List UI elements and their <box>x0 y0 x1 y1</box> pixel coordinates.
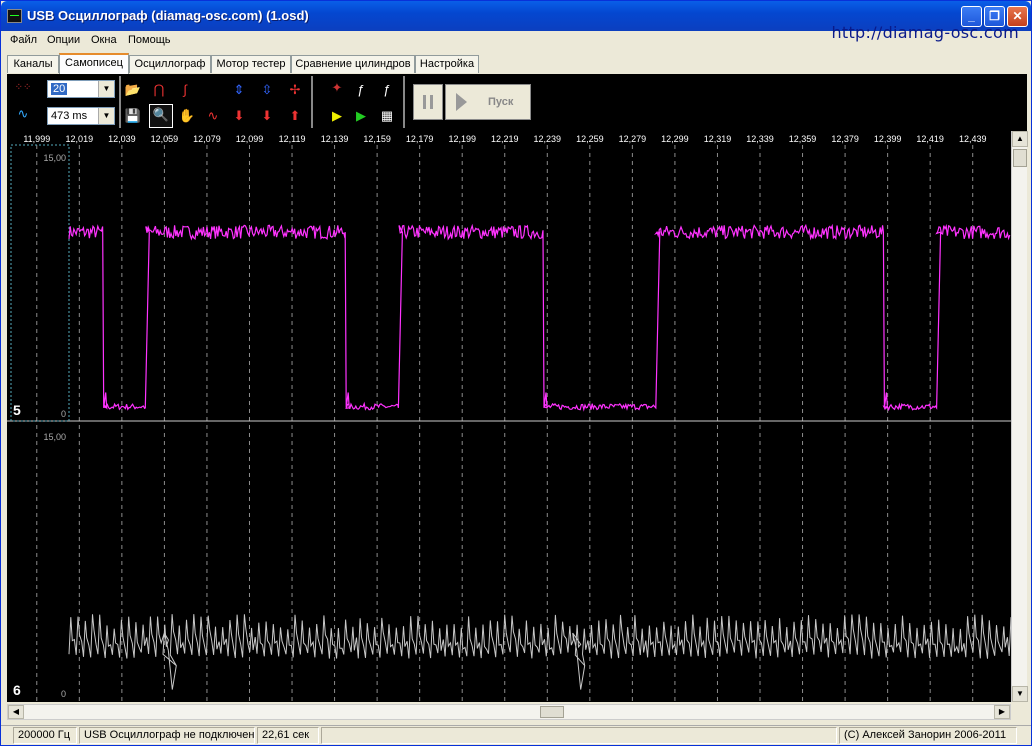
time-tick-label: 12,379 <box>831 134 859 144</box>
vertical-scroll-thumb[interactable] <box>1013 149 1027 167</box>
scroll-right-arrow-icon[interactable]: ▶ <box>994 705 1010 719</box>
function-list-icon[interactable]: ƒ <box>377 80 397 100</box>
tab-motor-tester[interactable]: Мотор тестер <box>211 55 291 73</box>
save-icon[interactable]: 💾 <box>123 106 143 126</box>
play-icon <box>456 93 467 111</box>
peak-up-icon[interactable]: ⋂ <box>149 80 169 100</box>
scroll-up-arrow-icon[interactable]: ▲ <box>1012 131 1028 147</box>
run-button-label: Пуск <box>488 96 514 108</box>
status-empty <box>321 727 837 744</box>
open-folder-icon[interactable]: 📂 <box>123 80 143 100</box>
time-tick-label: 12,079 <box>193 134 221 144</box>
function-edit-icon[interactable]: ƒ <box>351 80 371 100</box>
time-tick-label: 12,439 <box>959 134 987 144</box>
channel-number-label: 6 <box>13 682 21 698</box>
channel-max-label: 15,00 <box>43 153 66 163</box>
status-bar: 200000 Гц USB Осциллограф не подключен 2… <box>1 725 1031 745</box>
time-tick-label: 12,399 <box>874 134 902 144</box>
status-connection: USB Осциллограф не подключен <box>79 727 255 744</box>
vertical-scrollbar[interactable]: ▲ ▼ <box>1011 131 1028 702</box>
zoom-vertical-out-icon[interactable]: ⇳ <box>257 80 277 100</box>
main-window: USB Осциллограф (diamag-osc.com) (1.osd)… <box>0 0 1032 746</box>
marker-red-icon[interactable]: ⬇ <box>229 106 249 126</box>
status-frequency: 200000 Гц <box>13 727 77 744</box>
zoom-magnifier-icon[interactable]: 🔍 <box>149 104 173 128</box>
hand-pan-icon[interactable]: ✋ <box>177 106 197 126</box>
time-tick-label: 12,279 <box>619 134 647 144</box>
channel-up-icon[interactable]: ⬆ <box>285 106 305 126</box>
cursor-cross-icon[interactable]: ✢ <box>285 80 305 100</box>
time-tick-label: 12,339 <box>746 134 774 144</box>
toolbar-separator <box>403 76 405 128</box>
rising-edge-icon[interactable]: ∫ <box>175 80 195 100</box>
pause-button[interactable] <box>413 84 443 120</box>
plot-area[interactable]: 11,999 12,019 12,039 12,059 12,079 12,099 12,1… <box>7 131 1011 702</box>
time-tick-label: 11,999 <box>23 134 50 144</box>
chevron-down-icon[interactable]: ▼ <box>98 81 114 97</box>
time-select-value: 473 ms <box>51 110 88 122</box>
scale-select[interactable]: 20 ▼ <box>47 80 115 98</box>
time-tick-label: 12,419 <box>916 134 944 144</box>
run-button[interactable]: Пуск <box>445 84 531 120</box>
channel-5-trace <box>68 223 1011 412</box>
time-tick-label: 12,299 <box>661 134 689 144</box>
grid-dots-icon[interactable]: ⁘⁘ <box>13 78 33 98</box>
time-tick-label: 12,259 <box>576 134 604 144</box>
status-copyright: (C) Алексей Занорин 2006-2011 <box>839 727 1017 744</box>
scale-select-value: 20 <box>51 83 68 95</box>
time-tick-label: 12,099 <box>236 134 264 144</box>
channel-min-label: 0 <box>61 689 66 699</box>
scroll-left-arrow-icon[interactable]: ◀ <box>8 705 24 719</box>
scroll-down-arrow-icon[interactable]: ▼ <box>1012 686 1028 702</box>
play-green-icon[interactable]: ▶ <box>351 106 371 126</box>
horizontal-scrollbar[interactable]: ◀ ▶ <box>7 704 1011 720</box>
chevron-down-icon[interactable]: ▼ <box>98 108 114 124</box>
time-tick-label: 12,019 <box>66 134 94 144</box>
toolbar: ⁘⁘ ∿ 20 ▼ 473 ms ▼ 📂 ⋂ ∫ ⇕ ⇳ ✢ 💾 🔍 ✋ ∿ ⬇… <box>7 74 1027 131</box>
tab-oscilloscope[interactable]: Осциллограф <box>129 55 211 73</box>
channel-min-label: 0 <box>61 409 66 419</box>
table-icon[interactable]: ▦ <box>377 106 397 126</box>
waveform-icon[interactable]: ∿ <box>13 104 33 124</box>
channel-max-label: 15,00 <box>43 432 66 442</box>
site-url-label: http://diamag-osc.com <box>831 23 1019 42</box>
time-select[interactable]: 473 ms ▼ <box>47 107 115 125</box>
tab-channels[interactable]: Каналы <box>7 55 59 73</box>
tab-recorder[interactable]: Самописец <box>59 53 129 74</box>
time-tick-label: 12,239 <box>534 134 562 144</box>
oscillogram-chart[interactable]: 11,999 12,019 12,039 12,059 12,079 12,099 12,1… <box>7 131 1011 702</box>
time-tick-label: 12,199 <box>448 134 476 144</box>
tab-settings[interactable]: Настройка <box>415 55 479 73</box>
status-duration: 22,61 сек <box>257 727 319 744</box>
time-tick-label: 12,039 <box>108 134 136 144</box>
channel-6-trace <box>68 614 1011 690</box>
horizontal-scroll-thumb[interactable] <box>540 706 564 718</box>
time-tick-label: 12,219 <box>491 134 519 144</box>
play-yellow-icon[interactable]: ▶ <box>327 106 347 126</box>
sine-wave-icon[interactable]: ∿ <box>203 106 223 126</box>
zoom-vertical-in-icon[interactable]: ⇕ <box>229 80 249 100</box>
time-tick-label: 12,159 <box>363 134 391 144</box>
add-cursor-icon[interactable]: ✦ <box>327 78 347 98</box>
menu-options[interactable]: Опции <box>47 34 80 46</box>
time-tick-label: 12,059 <box>151 134 179 144</box>
pause-icon <box>423 95 433 109</box>
channel-selection-box <box>10 144 70 422</box>
time-tick-label: 12,179 <box>406 134 434 144</box>
time-tick-label: 12,319 <box>704 134 732 144</box>
tab-cylinder-compare[interactable]: Сравнение цилиндров <box>291 55 415 73</box>
window-title: USB Осциллограф (diamag-osc.com) (1.osd) <box>27 8 309 23</box>
toolbar-separator <box>119 76 121 128</box>
channel-number-label: 5 <box>13 402 21 418</box>
time-tick-label: 12,359 <box>789 134 817 144</box>
time-tick-label: 12,119 <box>279 134 306 144</box>
menu-windows[interactable]: Окна <box>91 34 117 46</box>
menu-help[interactable]: Помощь <box>128 34 171 46</box>
menu-file[interactable]: Файл <box>10 34 37 46</box>
time-tick-label: 12,139 <box>321 134 349 144</box>
marker-blue-icon[interactable]: ⬇ <box>257 106 277 126</box>
oscilloscope-app-icon <box>7 9 22 23</box>
toolbar-separator <box>311 76 313 128</box>
